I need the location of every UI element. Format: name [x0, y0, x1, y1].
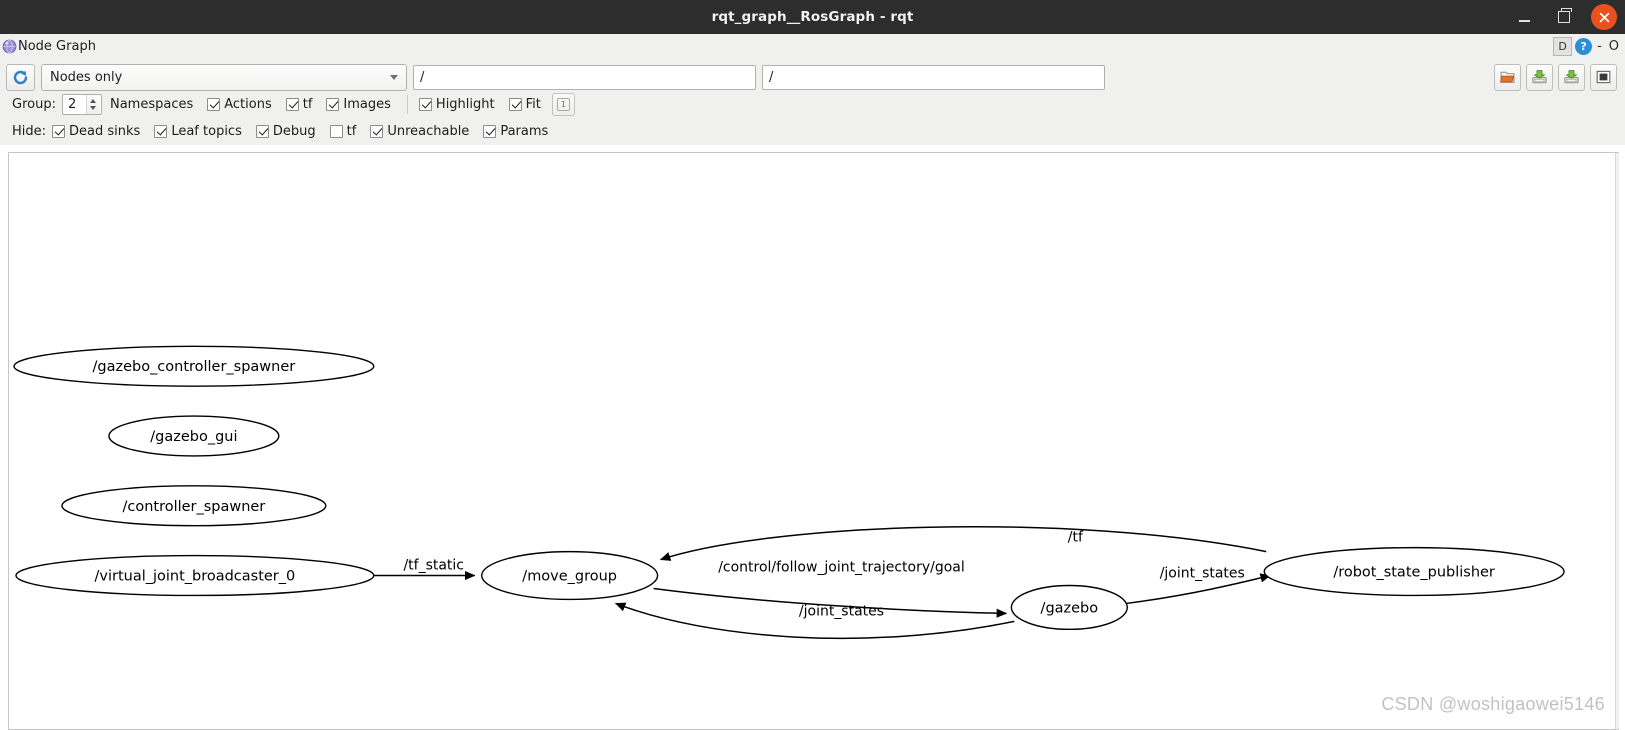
save-image-icon[interactable] — [1558, 63, 1585, 91]
checkbox-actions-box[interactable] — [207, 98, 221, 111]
checkbox-fit-label: Fit — [525, 97, 541, 112]
checkbox-images[interactable]: Images — [326, 97, 391, 112]
checkbox-fit[interactable]: Fit — [508, 97, 541, 112]
checkbox-hide-debug-label: Debug — [272, 124, 316, 139]
plugin-header-buttons: D ? - O — [1553, 34, 1621, 59]
chevron-down-icon — [390, 75, 398, 80]
checkbox-hide-dead-sinks[interactable]: Dead sinks — [52, 124, 140, 139]
checkbox-images-box[interactable] — [326, 98, 340, 111]
zoom-reset-button[interactable]: 1 — [551, 93, 575, 116]
checkbox-hide-debug[interactable]: Debug — [255, 124, 316, 139]
dock-button[interactable]: D — [1553, 37, 1573, 56]
checkbox-hide-unreachable-box[interactable] — [370, 125, 384, 138]
node-label: /gazebo_gui — [150, 429, 237, 445]
watermark: CSDN @woshigaowei5146 — [1381, 694, 1605, 714]
node-label: /gazebo — [1041, 600, 1099, 616]
zoom-reset-label: 1 — [556, 98, 570, 111]
minimize-icon[interactable] — [1511, 4, 1537, 30]
plugin-close-button[interactable]: O — [1607, 39, 1621, 54]
node-label: /gazebo_controller_spawner — [93, 359, 296, 375]
group-spinner-buttons[interactable] — [85, 95, 100, 114]
window-titlebar: rqt_graph__RosGraph - rqt — [0, 0, 1625, 34]
node-label: /robot_state_publisher — [1333, 565, 1495, 581]
options-divider — [406, 95, 408, 114]
checkbox-highlight[interactable]: Highlight — [418, 97, 495, 112]
checkbox-hide-unreachable[interactable]: Unreachable — [370, 124, 469, 139]
edge-label-tf: /tf — [1068, 530, 1084, 546]
node-gazebo[interactable]: /gazebo — [1010, 584, 1129, 631]
close-icon[interactable] — [1591, 4, 1617, 30]
spin-down-icon[interactable] — [90, 106, 97, 110]
node-robot_state_publisher[interactable]: /robot_state_publisher — [1263, 546, 1565, 597]
spin-up-icon[interactable] — [90, 99, 97, 103]
plugin-header: Node Graph D ? - O — [0, 34, 1625, 60]
checkbox-hide-params-label: Params — [500, 124, 549, 139]
edge-label-joint_states-move_group: /joint_states — [799, 603, 884, 619]
ros-node-graph[interactable]: /tf_static /tf /control/follow_joint_tra… — [9, 153, 1619, 729]
checkbox-hide-leaf-topics-box[interactable] — [154, 125, 168, 138]
edge-label-joint_states-rsp: /joint_states — [1160, 566, 1245, 582]
plugin-title: Node Graph — [18, 39, 96, 54]
edge-tf[interactable] — [659, 525, 1267, 561]
undock-button[interactable]: - — [1595, 39, 1604, 54]
node-controller_spawner[interactable]: /controller_spawner — [61, 485, 327, 527]
canvas-scroll-edge[interactable] — [1615, 153, 1619, 729]
checkbox-highlight-box[interactable] — [418, 98, 432, 111]
checkbox-hide-tf[interactable]: tf — [329, 124, 357, 139]
refresh-icon[interactable] — [6, 63, 35, 91]
edge-label-follow_joint_trajectory_goal: /control/follow_joint_trajectory/goal — [718, 560, 965, 576]
topic-filter-input[interactable]: / — [413, 64, 756, 90]
save-dot-icon[interactable] — [1526, 63, 1553, 91]
checkbox-fit-box[interactable] — [508, 98, 522, 111]
namespaces-label: Namespaces — [109, 97, 194, 112]
options-row: Group: 2 Namespaces Actions tf Images Hi… — [6, 91, 1619, 118]
node-gazebo_controller_spawner[interactable]: /gazebo_controller_spawner — [13, 345, 375, 387]
checkbox-tf-label: tf — [302, 97, 313, 112]
checkbox-hide-tf-label: tf — [346, 124, 357, 139]
checkbox-highlight-label: Highlight — [435, 97, 495, 112]
help-icon[interactable]: ? — [1575, 38, 1593, 55]
hide-row: Hide: Dead sinks Leaf topics Debug tf Un… — [6, 118, 1619, 145]
node-label: /move_group — [522, 569, 617, 585]
fit-view-icon[interactable] — [1590, 63, 1617, 91]
open-folder-icon[interactable] — [1494, 63, 1521, 91]
checkbox-hide-tf-box[interactable] — [329, 125, 343, 138]
checkbox-actions-label: Actions — [224, 97, 272, 112]
toolbar-area: Nodes only / / Group: 2 Namespaces Actio… — [0, 60, 1625, 145]
checkbox-hide-params-box[interactable] — [483, 125, 497, 138]
edge-label-tf_static: /tf_static — [403, 558, 464, 574]
window-title: rqt_graph__RosGraph - rqt — [711, 9, 914, 25]
graph-nodes: /gazebo_controller_spawner /gazebo_gui /… — [13, 345, 1565, 631]
graph-canvas[interactable]: /tf_static /tf /control/follow_joint_tra… — [8, 152, 1619, 730]
checkbox-actions[interactable]: Actions — [207, 97, 272, 112]
group-value: 2 — [67, 97, 77, 112]
checkbox-hide-debug-box[interactable] — [255, 125, 269, 138]
node-label: /controller_spawner — [122, 499, 265, 515]
checkbox-tf-box[interactable] — [285, 98, 299, 111]
window-controls — [1511, 0, 1617, 34]
toolbar-buttons — [1494, 63, 1619, 91]
checkbox-hide-params[interactable]: Params — [483, 124, 548, 139]
group-label: Group: — [12, 97, 56, 112]
checkbox-hide-unreachable-label: Unreachable — [387, 124, 470, 139]
checkbox-tf[interactable]: tf — [285, 97, 313, 112]
restore-icon[interactable] — [1551, 4, 1577, 30]
node-move_group[interactable]: /move_group — [481, 550, 659, 601]
checkbox-hide-leaf-topics-label: Leaf topics — [171, 124, 242, 139]
node-filter-input[interactable]: / — [762, 64, 1105, 90]
checkbox-hide-dead-sinks-box[interactable] — [52, 125, 66, 138]
graph-type-select[interactable]: Nodes only — [41, 63, 407, 91]
hide-label: Hide: — [12, 124, 47, 139]
node-virtual_joint_broadcaster_0[interactable]: /virtual_joint_broadcaster_0 — [15, 554, 375, 597]
checkbox-images-label: Images — [343, 97, 391, 112]
node-gazebo_gui[interactable]: /gazebo_gui — [108, 415, 280, 457]
node-label: /virtual_joint_broadcaster_0 — [95, 569, 296, 585]
graph-type-value: Nodes only — [50, 69, 123, 85]
checkbox-hide-dead-sinks-label: Dead sinks — [69, 124, 141, 139]
group-spinbox[interactable]: 2 — [61, 94, 102, 115]
toolbar-row: Nodes only / / — [6, 63, 1619, 91]
checkbox-hide-leaf-topics[interactable]: Leaf topics — [154, 124, 242, 139]
node-graph-icon — [2, 39, 17, 54]
